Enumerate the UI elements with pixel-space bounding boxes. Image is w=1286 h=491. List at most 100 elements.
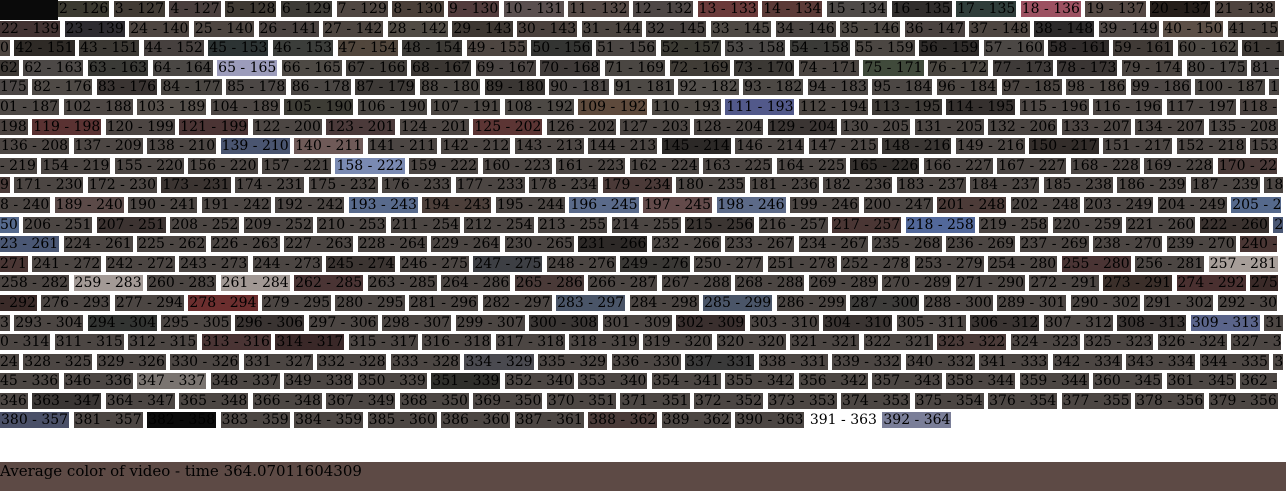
color-cell: 184 - 237 — [970, 177, 1040, 194]
color-cell: 71 - 169 — [604, 59, 666, 76]
color-cell: 241 - 272 — [32, 255, 102, 272]
color-cell: 171 - 230 — [14, 177, 84, 194]
color-cell: 87 - 179 — [355, 79, 416, 96]
color-cell: 255 - 280 — [1061, 255, 1131, 272]
color-cell: 346 - 336 — [63, 373, 133, 390]
color-cell: 150 - 217 — [1029, 138, 1099, 155]
color-cell: 317 - 318 — [495, 334, 565, 351]
color-cell: 318 - 319 — [569, 334, 639, 351]
color-cell: 32 - 145 — [646, 20, 707, 37]
color-cell: 265 - 286 — [514, 275, 584, 292]
color-cell: 131 - 205 — [914, 118, 984, 135]
color-cell: 387 - 361 — [514, 412, 584, 429]
color-cell: 250 - 277 — [693, 255, 764, 272]
color-cell: 129 - 204 — [767, 118, 837, 135]
color-cell: 376 - 354 — [988, 392, 1058, 409]
color-cell: 367 - 349 — [326, 392, 396, 409]
color-cell: 167 - 227 — [997, 157, 1067, 174]
color-cell: 334 - 329 — [464, 353, 534, 370]
color-cell: 39 - 149 — [1098, 20, 1159, 37]
color-cell: 148 - 216 — [882, 138, 952, 155]
color-cell: 173 - 231 — [161, 177, 231, 194]
color-cell: 319 - 320 — [642, 334, 713, 351]
color-cell: 248 - 276 — [546, 255, 616, 272]
color-cell: 78 - 173 — [1057, 59, 1118, 76]
color-cell: 4 - 127 — [169, 1, 221, 17]
color-cell: 256 - 281 — [1135, 255, 1205, 272]
color-cell: 212 - 254 — [464, 216, 534, 233]
color-cell: 119 - 198 — [32, 118, 102, 135]
color-cell: 67 - 166 — [346, 59, 407, 76]
color-cell: 200 - 247 — [863, 196, 933, 213]
color-cell: 86 - 178 — [290, 79, 351, 96]
color-cell: 5 - 128 — [225, 1, 277, 17]
color-cell: 352 - 340 — [504, 373, 574, 390]
color-cell: 163 - 225 — [703, 157, 773, 174]
color-cell: 72 - 169 — [669, 59, 730, 76]
color-cell: 253 - 279 — [914, 255, 984, 272]
color-cell: 314 - 317 — [275, 334, 345, 351]
color-cell: 257 - 281 — [1208, 255, 1278, 272]
color-cell: 11 - 132 — [568, 1, 629, 17]
color-cell: 182 - 236 — [823, 177, 893, 194]
color-cell: 307 - 312 — [1043, 314, 1113, 331]
color-cell: 377 - 355 — [1061, 392, 1131, 409]
color-cell: 149 - 216 — [955, 138, 1025, 155]
color-cell: 145 - 214 — [661, 138, 731, 155]
color-cell: 162 - 224 — [629, 157, 699, 174]
color-cell: 16 - 135 — [891, 1, 952, 17]
color-cell: 229 - 264 — [431, 236, 501, 253]
color-cell: 381 - 357 — [73, 412, 143, 429]
color-cell: 136 - 208 — [0, 138, 70, 155]
color-cell: 237 - 269 — [1019, 236, 1089, 253]
color-cell: 10 - 131 — [503, 1, 564, 17]
color-cell: 18 - 136 — [1020, 1, 1081, 17]
color-cell: 236 - 269 — [946, 236, 1016, 253]
color-cell: 382 - 358 — [147, 412, 217, 429]
caption: Average color of video - time 364.070116… — [0, 462, 1286, 491]
color-cell: 369 - 350 — [473, 392, 543, 409]
color-cell: 299 - 307 — [455, 314, 525, 331]
color-cell: 389 - 362 — [661, 412, 731, 429]
color-cell: 220 - 259 — [1052, 216, 1122, 233]
color-cell: 203 - 249 — [1084, 196, 1154, 213]
color-cell: 277 - 294 — [114, 294, 184, 311]
color-cell: 79 - 174 — [1121, 59, 1183, 76]
color-cell: 75 - 171 — [863, 59, 924, 76]
color-cell: 8 - 130 — [392, 1, 444, 17]
color-cell: 22 - 139 — [0, 20, 61, 37]
color-cell: 165 - 226 — [850, 157, 920, 174]
color-cell: 216 - 257 — [758, 216, 828, 233]
color-cell: 252 - 278 — [841, 255, 911, 272]
color-cell: 313 - 316 — [201, 334, 271, 351]
color-cell: 281 - 296 — [409, 294, 479, 311]
color-cell: 133 - 207 — [1061, 118, 1131, 135]
color-cell: 91 - 181 — [613, 79, 674, 96]
color-cell: 121 - 199 — [179, 118, 249, 135]
color-cell: 76 - 172 — [928, 59, 989, 76]
color-cell: 40 - 150 — [1163, 20, 1224, 37]
color-cell: 107 - 191 — [431, 98, 501, 115]
color-cell: 247 - 275 — [473, 255, 543, 272]
color-cell: 29 - 143 — [452, 20, 513, 37]
color-cell: 356 - 342 — [798, 373, 869, 390]
color-cell: 244 - 273 — [252, 255, 322, 272]
color-cell: 192 - 242 — [275, 196, 345, 213]
color-cell: 80 - 175 — [1186, 59, 1247, 76]
color-cell: 245 - 274 — [326, 255, 396, 272]
color-cell: 227 - 263 — [284, 236, 354, 253]
color-cell: 57 - 160 — [983, 40, 1044, 57]
color-cell: 135 - 208 — [1208, 118, 1278, 135]
color-cell: 364 - 347 — [105, 392, 175, 409]
color-cell: 207 - 251 — [96, 216, 166, 233]
color-cell: 73 - 170 — [734, 59, 795, 76]
color-cell: 347 - 337 — [137, 373, 207, 390]
color-cell: 210 - 253 — [317, 216, 387, 233]
color-cell: 320 - 320 — [716, 334, 786, 351]
color-cell: 97 - 185 — [1001, 79, 1062, 96]
color-cell: 198 - 246 — [716, 196, 786, 213]
color-cell: 85 - 178 — [226, 79, 287, 96]
color-cell: 35 - 146 — [840, 20, 901, 37]
color-cell: 274 - 292 — [1176, 275, 1246, 292]
color-cell: 193 - 243 — [348, 196, 418, 213]
